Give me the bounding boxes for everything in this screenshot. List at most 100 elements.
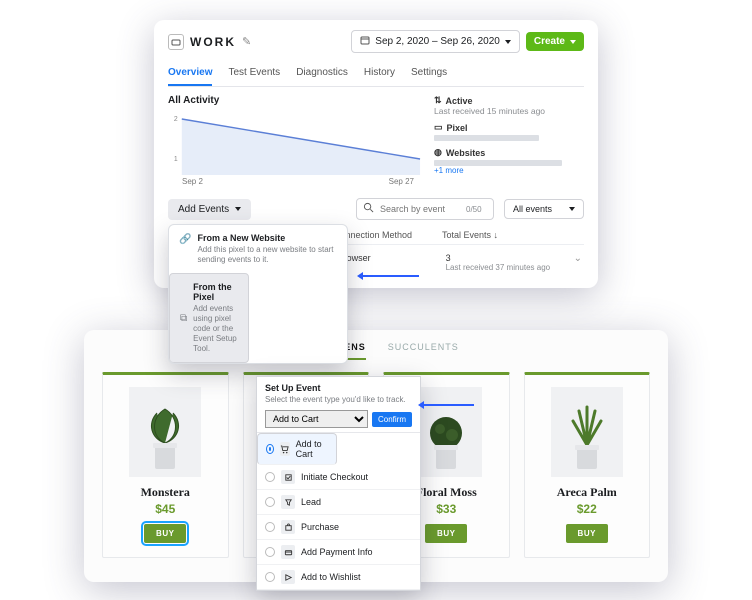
- lead-icon: [281, 495, 295, 509]
- pulse-icon: ⇅: [434, 95, 442, 106]
- setup-event-popup: Set Up Event Select the event type you'd…: [256, 376, 421, 591]
- popup-hint: Select the event type you'd like to trac…: [257, 395, 420, 410]
- menu-item-desc: Add events using pixel code or the Event…: [193, 304, 238, 354]
- cell-total: 3: [446, 253, 451, 263]
- date-range-label: Sep 2, 2020 – Sep 26, 2020: [375, 36, 500, 47]
- header: WORK ✎ Sep 2, 2020 – Sep 26, 2020 Create: [168, 30, 584, 53]
- menu-item-title: From the Pixel: [193, 282, 238, 302]
- y-tick-2: 2: [174, 116, 178, 123]
- radio-icon: [265, 572, 275, 582]
- add-events-menu: 🔗 From a New Website Add this pixel to a…: [168, 224, 348, 364]
- event-options-list: Add to Cart Initiate Checkout Lead Purch…: [257, 432, 420, 590]
- chevron-down-icon: [570, 40, 576, 44]
- popup-title: Set Up Event: [257, 377, 420, 395]
- pixel-label: Pixel: [447, 123, 468, 133]
- buy-button[interactable]: BUY: [144, 524, 186, 543]
- confirm-button[interactable]: Confirm: [372, 412, 412, 427]
- date-range-button[interactable]: Sep 2, 2020 – Sep 26, 2020: [351, 30, 520, 53]
- websites-label: Websites: [446, 148, 485, 158]
- link-icon: 🔗: [179, 234, 191, 265]
- radio-icon: [265, 522, 275, 532]
- more-link[interactable]: +1 more: [434, 166, 584, 175]
- chevron-down-icon: [569, 207, 575, 211]
- chevron-down-icon: [505, 40, 511, 44]
- menu-from-new-website[interactable]: 🔗 From a New Website Add this pixel to a…: [169, 225, 347, 273]
- active-label: Active: [446, 96, 473, 106]
- option-label: Purchase: [301, 522, 339, 532]
- product-image: [551, 387, 623, 477]
- product-card: Areca Palm $22 BUY: [524, 372, 651, 558]
- search-icon: [363, 202, 374, 216]
- create-button[interactable]: Create: [526, 32, 584, 51]
- menu-from-the-pixel[interactable]: ⧉ From the Pixel Add events using pixel …: [169, 273, 249, 363]
- radio-icon: [265, 472, 275, 482]
- tab-overview[interactable]: Overview: [168, 61, 212, 86]
- activity-chart: 2 1: [168, 109, 424, 175]
- option-add-to-cart[interactable]: Add to Cart: [257, 433, 337, 465]
- product-name: Monstera: [103, 485, 228, 500]
- option-label: Add to Cart: [296, 439, 328, 459]
- option-initiate-checkout[interactable]: Initiate Checkout: [257, 465, 420, 490]
- option-lead[interactable]: Lead: [257, 490, 420, 515]
- radio-icon: [266, 444, 274, 454]
- pixel-dashboard: WORK ✎ Sep 2, 2020 – Sep 26, 2020 Create…: [154, 20, 598, 288]
- option-add-to-wishlist[interactable]: Add to Wishlist: [257, 565, 420, 590]
- tab-succulents[interactable]: SUCCULENTS: [388, 342, 459, 360]
- search-field[interactable]: [380, 204, 460, 214]
- search-input[interactable]: 0/50: [356, 198, 494, 220]
- purchase-icon: [281, 520, 295, 534]
- event-type-select[interactable]: Add to Cart: [265, 410, 368, 428]
- funnel-icon: ⧉: [180, 313, 187, 324]
- pixel-title: WORK: [190, 35, 236, 49]
- chart-title: All Activity: [168, 95, 424, 106]
- edit-icon[interactable]: ✎: [242, 35, 251, 48]
- product-name: Areca Palm: [525, 485, 650, 500]
- option-add-payment-info[interactable]: Add Payment Info: [257, 540, 420, 565]
- product-card: Monstera $45 BUY: [102, 372, 229, 558]
- wishlist-icon: [281, 570, 295, 584]
- radio-icon: [265, 497, 275, 507]
- product-price: $45: [103, 502, 228, 516]
- checkout-icon: [281, 470, 295, 484]
- y-tick-1: 1: [174, 156, 178, 163]
- menu-item-desc: Add this pixel to a new website to start…: [197, 245, 337, 265]
- card-icon: [281, 545, 295, 559]
- option-label: Lead: [301, 497, 321, 507]
- col-total: Total Events ↓: [442, 230, 552, 240]
- menu-item-title: From a New Website: [197, 233, 337, 243]
- annotation-arrow: [424, 404, 474, 406]
- annotation-arrow: [363, 275, 419, 277]
- shop-page: EVERGREENS SUCCULENTS Monstera $45 BUY F…: [84, 330, 668, 582]
- option-purchase[interactable]: Purchase: [257, 515, 420, 540]
- buy-button[interactable]: BUY: [566, 524, 608, 543]
- filter-label: All events: [513, 204, 552, 214]
- x-tick-start: Sep 2: [182, 177, 203, 186]
- active-sub: Last received 15 minutes ago: [434, 106, 584, 116]
- cell-total-sub: Last received 37 minutes ago: [446, 263, 556, 272]
- events-filter[interactable]: All events: [504, 199, 584, 219]
- buy-button[interactable]: BUY: [425, 524, 467, 543]
- x-tick-end: Sep 27: [389, 177, 414, 186]
- option-label: Initiate Checkout: [301, 472, 368, 482]
- option-label: Add Payment Info: [301, 547, 373, 557]
- create-label: Create: [534, 36, 565, 47]
- pixel-small-icon: ▭: [434, 122, 443, 133]
- tab-diagnostics[interactable]: Diagnostics: [296, 61, 348, 86]
- radio-icon: [265, 547, 275, 557]
- expand-icon[interactable]: ⌄: [574, 253, 582, 264]
- pixel-icon: [168, 34, 184, 50]
- product-image: [129, 387, 201, 477]
- tab-settings[interactable]: Settings: [411, 61, 447, 86]
- globe-icon: ◍: [434, 147, 442, 158]
- tab-test-events[interactable]: Test Events: [228, 61, 280, 86]
- option-label: Add to Wishlist: [301, 572, 361, 582]
- tab-bar: Overview Test Events Diagnostics History…: [168, 61, 584, 87]
- add-events-label: Add Events: [178, 204, 229, 215]
- status-panel: ⇅ Active Last received 15 minutes ago ▭ Pi…: [434, 95, 584, 186]
- cart-icon: [280, 442, 290, 456]
- chevron-down-icon: [235, 207, 241, 211]
- cell-conn: Browser: [338, 253, 428, 263]
- search-count: 0/50: [466, 205, 482, 214]
- tab-history[interactable]: History: [364, 61, 395, 86]
- add-events-button[interactable]: Add Events: [168, 199, 251, 220]
